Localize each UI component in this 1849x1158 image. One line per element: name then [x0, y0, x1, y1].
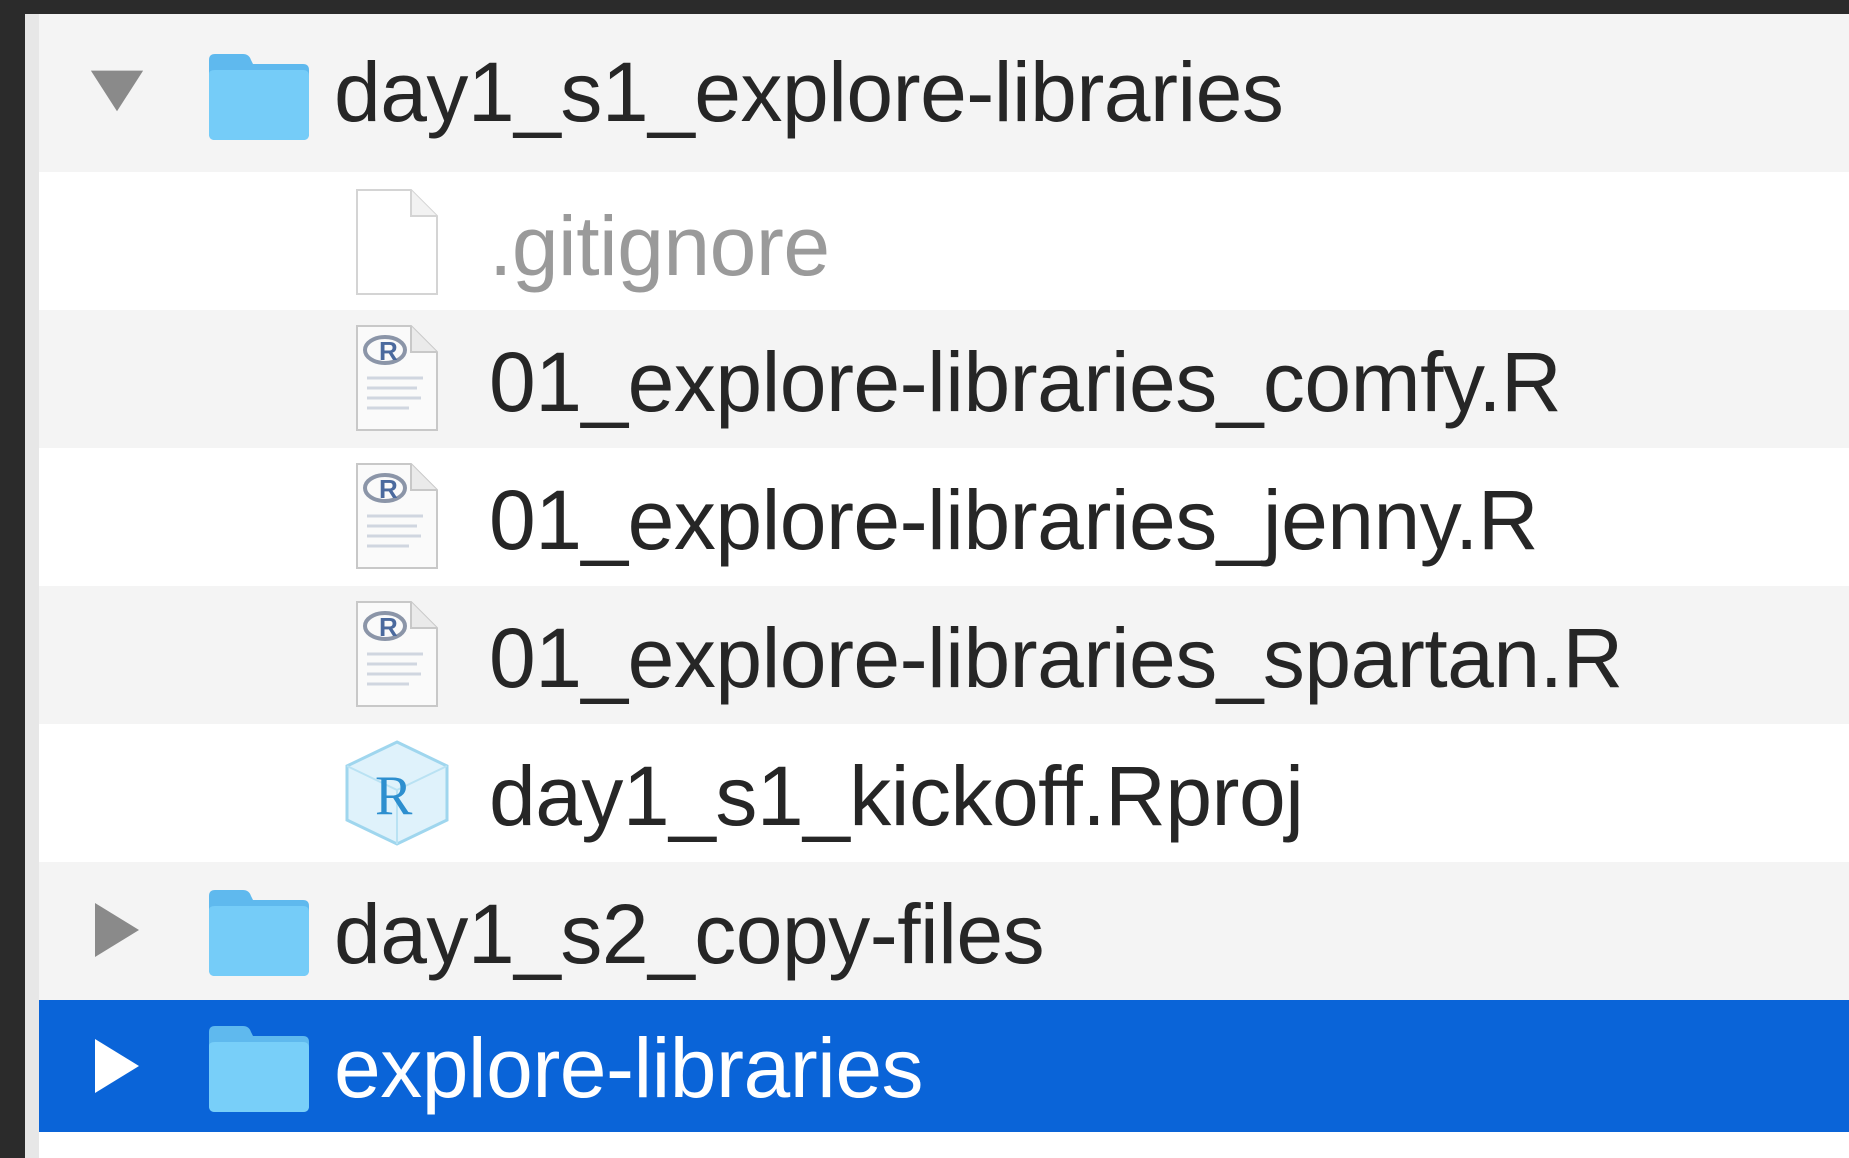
list-item[interactable]: R day1_s1_kickoff.Rproj: [39, 724, 1849, 862]
list-item[interactable]: R 01_explore-libraries_jenny.R: [39, 448, 1849, 586]
file-list[interactable]: day1_s1_explore-libraries .gitignore R 0…: [25, 14, 1849, 1158]
list-item[interactable]: R 01_explore-libraries_comfy.R: [39, 310, 1849, 448]
r-script-icon: R: [351, 322, 443, 441]
folder-name: day1_s2_copy-files: [334, 887, 1045, 981]
folder-icon: [205, 886, 313, 983]
list-item[interactable]: day1_s1_explore-libraries: [39, 14, 1849, 172]
finder-window: day1_s1_explore-libraries .gitignore R 0…: [0, 0, 1849, 1158]
file-name: 01_explore-libraries_spartan.R: [489, 611, 1623, 705]
list-item[interactable]: explore-libraries: [39, 1000, 1849, 1132]
r-script-icon: R: [351, 598, 443, 717]
r-script-icon: R: [351, 460, 443, 579]
file-name: 01_explore-libraries_comfy.R: [489, 335, 1562, 429]
r-project-icon: R: [339, 738, 455, 853]
list-item[interactable]: day1_s2_copy-files: [39, 862, 1849, 1000]
blank-document-icon: [351, 186, 443, 305]
svg-text:R: R: [379, 336, 398, 366]
svg-text:R: R: [375, 765, 413, 827]
disclosure-triangle-collapsed-icon[interactable]: [87, 900, 147, 960]
list-item[interactable]: R 01_explore-libraries_spartan.R: [39, 586, 1849, 724]
file-name: .gitignore: [489, 199, 830, 293]
svg-text:R: R: [379, 612, 398, 642]
svg-text:R: R: [379, 474, 398, 504]
folder-icon: [205, 50, 313, 147]
file-name: day1_s1_kickoff.Rproj: [489, 749, 1304, 843]
list-item[interactable]: .gitignore: [39, 172, 1849, 310]
folder-icon: [205, 1022, 313, 1119]
disclosure-triangle-collapsed-icon[interactable]: [87, 1036, 147, 1096]
folder-name: day1_s1_explore-libraries: [334, 45, 1284, 139]
file-name: 01_explore-libraries_jenny.R: [489, 473, 1539, 567]
disclosure-triangle-expanded-icon[interactable]: [87, 60, 147, 120]
folder-name: explore-libraries: [334, 1021, 924, 1115]
